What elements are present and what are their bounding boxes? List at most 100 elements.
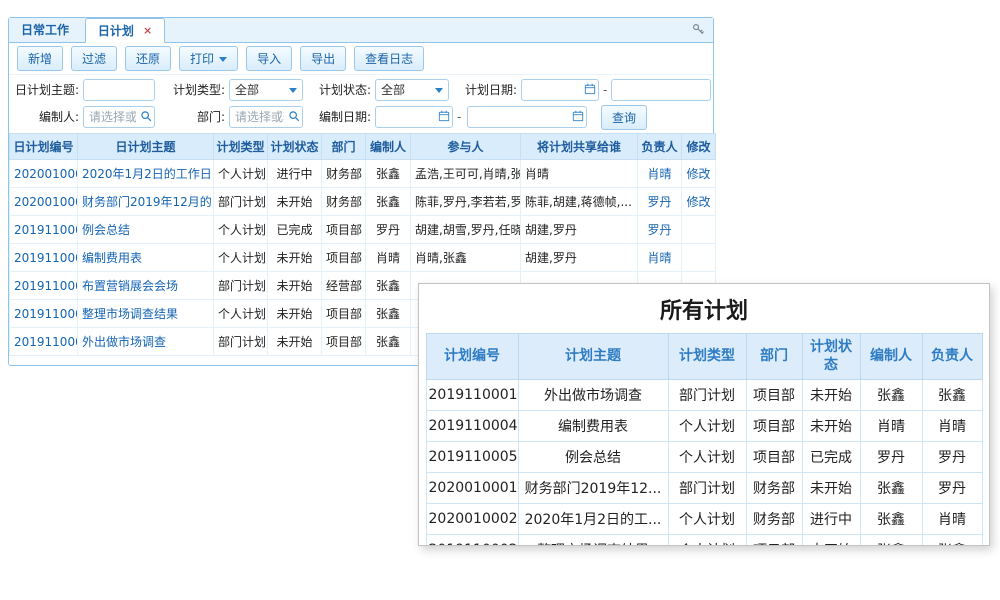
col-header-type: 计划类型 bbox=[214, 134, 268, 160]
plan-subject-link[interactable]: 编制费用表 bbox=[78, 244, 214, 272]
plan-id-cell: 2019110005 bbox=[426, 442, 518, 473]
plan-subject-cell: 编制费用表 bbox=[518, 411, 668, 442]
col-header-status: 计划状态 bbox=[268, 134, 322, 160]
col-header-owner: 负责人 bbox=[922, 334, 982, 380]
dropdown-arrow-icon bbox=[219, 57, 227, 62]
calendar-icon[interactable] bbox=[584, 83, 596, 98]
plan-id-link[interactable]: 2020010001 bbox=[10, 188, 78, 216]
dept-cell: 项目部 bbox=[322, 300, 366, 328]
subject-input[interactable] bbox=[83, 79, 155, 101]
screen: 日常工作 日计划 × 新增 过滤 还原 打印 导入 导出 查看日志 bbox=[0, 0, 1000, 600]
share-cell: 胡建,罗丹 bbox=[521, 244, 638, 272]
calendar-icon[interactable] bbox=[572, 110, 584, 125]
plan-type-cell: 部门计划 bbox=[668, 380, 746, 411]
plan-subject-link[interactable]: 2020年1月2日的工作日... bbox=[78, 160, 214, 188]
plan-id-link[interactable]: 2019110004 bbox=[10, 244, 78, 272]
table-header-row: 日计划编号 日计划主题 计划类型 计划状态 部门 编制人 参与人 将计划共享给谁… bbox=[10, 134, 716, 160]
col-header-creator: 编制人 bbox=[366, 134, 411, 160]
table-row: 2019110004 编制费用表 个人计划 项目部 未开始 肖晴 肖晴 bbox=[426, 411, 982, 442]
plan-id-cell: 2020010002 bbox=[426, 504, 518, 535]
tab-daily-work[interactable]: 日常工作 bbox=[9, 18, 81, 43]
plan-subject-link[interactable]: 整理市场调查结果 bbox=[78, 300, 214, 328]
plan-status-cell: 未开始 bbox=[268, 244, 322, 272]
export-button[interactable]: 导出 bbox=[300, 46, 346, 71]
plan-subject-cell: 财务部门2019年12... bbox=[518, 473, 668, 504]
print-button[interactable]: 打印 bbox=[179, 46, 238, 71]
search-button[interactable]: 查询 bbox=[601, 105, 647, 130]
create-date-label: 编制日期: bbox=[307, 106, 371, 128]
plan-date-from-wrap bbox=[521, 79, 599, 101]
owner-link[interactable]: 肖晴 bbox=[638, 244, 682, 272]
all-plans-table: 计划编号 计划主题 计划类型 部门 计划状态 编制人 负责人 201911000… bbox=[426, 333, 983, 546]
key-icon[interactable] bbox=[692, 23, 705, 39]
calendar-icon[interactable] bbox=[438, 110, 450, 125]
table-row: 2020010001 财务部门2019年12... 部门计划 财务部 未开始 张… bbox=[426, 473, 982, 504]
creator-label: 编制人: bbox=[11, 106, 79, 128]
col-header-owner: 负责人 bbox=[638, 134, 682, 160]
modify-link[interactable]: 修改 bbox=[682, 188, 716, 216]
plan-date-to-input[interactable] bbox=[611, 79, 711, 101]
owner-link[interactable]: 肖晴 bbox=[638, 160, 682, 188]
plan-type-cell: 部门计划 bbox=[668, 473, 746, 504]
date-range-separator: - bbox=[457, 106, 461, 128]
plan-id-link[interactable]: 2019110005 bbox=[10, 216, 78, 244]
view-log-button[interactable]: 查看日志 bbox=[354, 46, 424, 71]
table-row: 2020010002 2020年1月2日的工... 个人计划 财务部 进行中 张… bbox=[426, 504, 982, 535]
participants-cell: 胡建,胡雪,罗丹,任晓... bbox=[411, 216, 521, 244]
creator-picker-wrap bbox=[83, 106, 155, 128]
plan-type-cell: 个人计划 bbox=[214, 216, 268, 244]
owner-cell: 肖晴 bbox=[922, 504, 982, 535]
creator-cell: 张鑫 bbox=[860, 535, 922, 547]
plan-status-cell: 未开始 bbox=[802, 380, 860, 411]
modify-link[interactable]: 修改 bbox=[682, 160, 716, 188]
table-row: 2019110005 例会总结 个人计划 项目部 已完成 罗丹 罗丹 bbox=[426, 442, 982, 473]
creator-cell: 罗丹 bbox=[860, 442, 922, 473]
import-button[interactable]: 导入 bbox=[246, 46, 292, 71]
col-header-type: 计划类型 bbox=[668, 334, 746, 380]
participants-cell: 陈菲,罗丹,李若若,罗... bbox=[411, 188, 521, 216]
owner-cell: 张鑫 bbox=[922, 380, 982, 411]
toolbar: 新增 过滤 还原 打印 导入 导出 查看日志 bbox=[9, 43, 713, 75]
print-label: 打印 bbox=[190, 52, 214, 66]
plan-type-cell: 个人计划 bbox=[214, 244, 268, 272]
plan-id-link[interactable]: 2020010002 bbox=[10, 160, 78, 188]
table-row: 2019110004 编制费用表 个人计划 未开始 项目部 肖晴 肖晴,张鑫 胡… bbox=[10, 244, 716, 272]
share-cell: 肖晴 bbox=[521, 160, 638, 188]
plan-subject-link[interactable]: 财务部门2019年12月的... bbox=[78, 188, 214, 216]
create-date-to-wrap bbox=[467, 106, 587, 128]
creator-cell: 张鑫 bbox=[366, 188, 411, 216]
col-header-share: 将计划共享给谁 bbox=[521, 134, 638, 160]
dropdown-arrow-icon bbox=[435, 88, 443, 93]
restore-button[interactable]: 还原 bbox=[125, 46, 171, 71]
creator-cell: 张鑫 bbox=[366, 272, 411, 300]
plan-id-link[interactable]: 2019110003 bbox=[10, 272, 78, 300]
search-icon[interactable] bbox=[288, 110, 300, 125]
plan-type-select[interactable]: 全部 bbox=[229, 79, 303, 101]
creator-cell: 肖晴 bbox=[366, 244, 411, 272]
owner-link[interactable]: 罗丹 bbox=[638, 188, 682, 216]
creator-cell: 张鑫 bbox=[366, 328, 411, 356]
plan-status-label: 计划状态: bbox=[307, 79, 371, 101]
add-button[interactable]: 新增 bbox=[17, 46, 63, 71]
plan-subject-link[interactable]: 布置营销展会会场 bbox=[78, 272, 214, 300]
plan-id-link[interactable]: 2019110001 bbox=[10, 328, 78, 356]
owner-link[interactable]: 罗丹 bbox=[638, 216, 682, 244]
col-header-status: 计划状态 bbox=[802, 334, 860, 380]
creator-cell: 罗丹 bbox=[366, 216, 411, 244]
close-icon[interactable]: × bbox=[143, 24, 152, 37]
create-date-to-input[interactable] bbox=[467, 106, 587, 128]
participants-cell: 肖晴,张鑫 bbox=[411, 244, 521, 272]
plan-id-cell: 2019110004 bbox=[426, 411, 518, 442]
plan-id-cell: 2019110002 bbox=[426, 535, 518, 547]
dept-cell: 财务部 bbox=[746, 504, 802, 535]
plan-id-link[interactable]: 2019110002 bbox=[10, 300, 78, 328]
plan-status-cell: 已完成 bbox=[802, 442, 860, 473]
search-icon[interactable] bbox=[140, 110, 152, 125]
plan-subject-link[interactable]: 外出做市场调查 bbox=[78, 328, 214, 356]
filter-button[interactable]: 过滤 bbox=[71, 46, 117, 71]
plan-type-cell: 个人计划 bbox=[214, 160, 268, 188]
plan-status-select[interactable]: 全部 bbox=[375, 79, 449, 101]
tab-daily-plan[interactable]: 日计划 × bbox=[85, 18, 165, 43]
col-header-modify: 修改 bbox=[682, 134, 716, 160]
plan-subject-link[interactable]: 例会总结 bbox=[78, 216, 214, 244]
